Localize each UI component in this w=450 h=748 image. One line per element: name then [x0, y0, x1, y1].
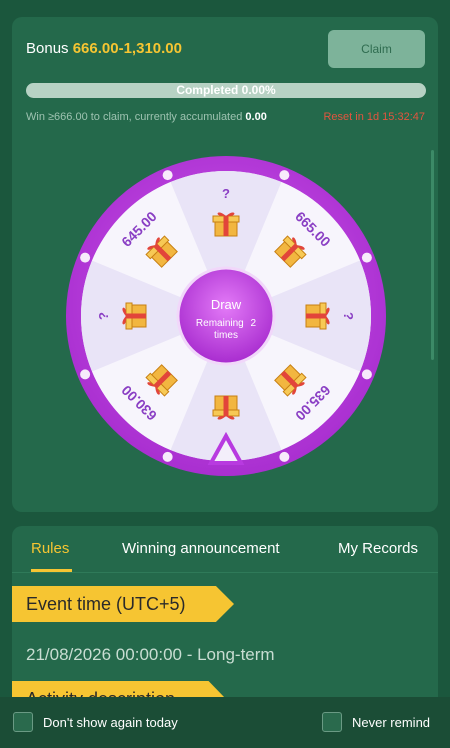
- info-card: Rules Winning announcement My Records Ev…: [12, 526, 438, 716]
- tab-bar: Rules Winning announcement My Records: [12, 526, 438, 573]
- wheel-light: [80, 369, 91, 380]
- never-remind-checkbox[interactable]: [322, 712, 342, 732]
- claim-requirement: Win ≥666.00 to claim, currently accumula…: [26, 111, 267, 123]
- remaining-count: 2: [251, 318, 257, 329]
- dont-show-today-label[interactable]: Don't show again today: [43, 715, 178, 730]
- bonus-range: Bonus 666.00-1,310.00: [26, 40, 182, 57]
- remaining-label: Remaining: [196, 318, 244, 329]
- tab-my-records[interactable]: My Records: [338, 540, 418, 557]
- active-tab-indicator: [31, 569, 72, 572]
- tab-rules[interactable]: Rules: [31, 540, 69, 557]
- prize-label: ?: [96, 312, 111, 320]
- bonus-wheel-panel: Bonus 666.00-1,310.00 Claim Completed 0.…: [0, 0, 450, 748]
- tab-winning-announcement[interactable]: Winning announcement: [122, 540, 280, 557]
- wheel-light: [361, 252, 372, 263]
- times-label: times: [214, 330, 238, 341]
- prize-label: ?: [341, 312, 356, 320]
- gift-box-icon: [305, 302, 331, 330]
- bonus-label: Bonus: [26, 40, 69, 57]
- prize-wheel: ?665.00?635.00?630.00?645.00 Draw Remain…: [66, 156, 386, 476]
- event-time-ribbon: Event time (UTC+5): [12, 586, 234, 622]
- footer-bar: Don't show again today Never remind: [0, 697, 450, 748]
- wheel-light: [361, 369, 372, 380]
- wheel-light: [162, 170, 173, 181]
- wheel-light: [279, 170, 290, 181]
- event-time-value: 21/08/2026 00:00:00 - Long-term: [26, 645, 275, 664]
- accumulated-value: 0.00: [245, 111, 267, 123]
- bonus-amount: 666.00-1,310.00: [72, 40, 182, 57]
- wheel-light: [162, 451, 173, 462]
- claim-button[interactable]: Claim: [328, 30, 425, 68]
- gift-box-icon: [121, 302, 147, 330]
- gift-box-icon: [212, 211, 240, 237]
- dont-show-today-checkbox[interactable]: [13, 712, 33, 732]
- progress-bar: Completed 0.00%: [26, 83, 426, 98]
- draw-label: Draw: [211, 297, 242, 312]
- requirement-text: Win ≥666.00 to claim, currently accumula…: [26, 111, 243, 123]
- draw-button[interactable]: Draw Remaining 2 times: [176, 266, 276, 366]
- wheel-light: [279, 451, 290, 462]
- reset-countdown: Reset in 1d 15:32:47: [323, 111, 425, 123]
- prize-label: ?: [222, 186, 230, 201]
- scrollbar[interactable]: [431, 150, 434, 360]
- wheel-light: [80, 252, 91, 263]
- gift-box-icon: [212, 395, 240, 421]
- never-remind-label[interactable]: Never remind: [352, 715, 430, 730]
- progress-text: Completed 0.00%: [176, 83, 276, 97]
